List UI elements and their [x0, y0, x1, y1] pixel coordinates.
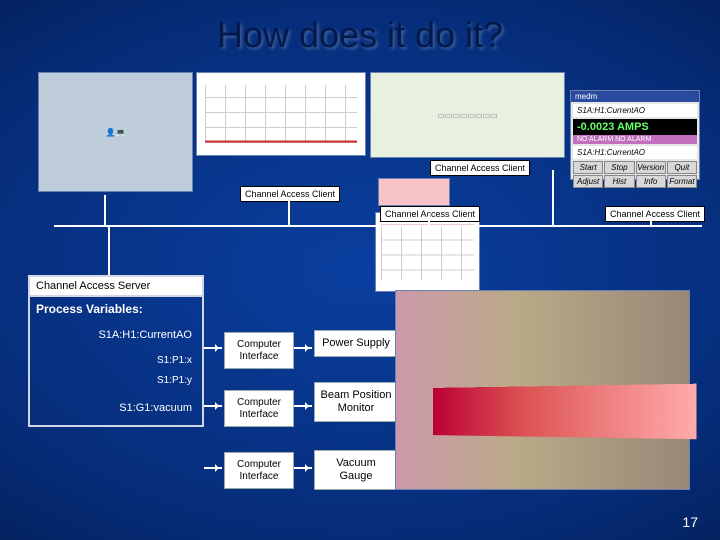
slide-title: How does it do it? — [0, 14, 720, 56]
arrow-icon — [204, 467, 222, 469]
medm-button[interactable]: Version — [636, 161, 666, 174]
bus-stub — [650, 216, 652, 225]
medm-button[interactable]: Quit — [667, 161, 697, 174]
bus-stub — [428, 216, 430, 225]
slide: How does it do it? 👤💻 ▭▭▭▭▭▭▭▭ medm S1A:… — [0, 0, 720, 540]
bus-stub — [552, 170, 554, 225]
pv-item: S1:P1:x — [30, 352, 202, 370]
client-label: Channel Access Client — [380, 206, 480, 222]
mini-panel-image — [378, 178, 450, 206]
medm-pv-name: S1A:H1:CurrentAO — [573, 104, 697, 117]
medm-button[interactable]: Hist — [604, 175, 634, 188]
medm-value-readout: -0.0023 AMPS — [573, 119, 697, 135]
medm-pv-name-2: S1A:H1:CurrentAO — [573, 146, 697, 159]
arrow-icon — [204, 347, 222, 349]
pv-item: S1:G1:vacuum — [30, 392, 202, 425]
arrow-icon — [294, 405, 312, 407]
network-bus-line — [54, 225, 702, 227]
client-label: Channel Access Client — [605, 206, 705, 222]
device-box-vacuum-gauge: Vacuum Gauge — [314, 450, 398, 490]
arrow-icon — [294, 347, 312, 349]
computer-interface-box: Computer Interface — [224, 452, 294, 489]
client-label: Channel Access Client — [240, 186, 340, 202]
medm-button-grid: Start Stop Version Quit Adjust Hist Info… — [573, 161, 697, 188]
process-variables-header: Process Variables: — [30, 297, 202, 319]
arrow-icon — [294, 467, 312, 469]
medm-button[interactable]: Format — [667, 175, 697, 188]
client-label: Channel Access Client — [430, 160, 530, 176]
device-box-bpm: Beam Position Monitor — [314, 382, 398, 422]
pv-item: S1:P1:y — [30, 370, 202, 392]
computer-interface-box: Computer Interface — [224, 332, 294, 369]
bus-stub — [288, 198, 290, 225]
server-title: Channel Access Server — [30, 277, 202, 297]
bus-stub — [108, 225, 110, 275]
operator-photo: 👤💻 — [38, 72, 193, 192]
synoptic-panel-image: ▭▭▭▭▭▭▭▭ — [370, 72, 565, 158]
page-number: 17 — [682, 514, 698, 530]
beamline-photo — [395, 290, 690, 490]
medm-adjust-panel: medm S1A:H1:CurrentAO -0.0023 AMPS NO AL… — [570, 90, 700, 180]
device-box-power-supply: Power Supply — [314, 330, 398, 357]
computer-interface-box: Computer Interface — [224, 390, 294, 427]
medm-title-bar: medm — [571, 91, 699, 102]
pv-item: S1A:H1:CurrentAO — [30, 319, 202, 352]
bus-stub — [104, 195, 106, 225]
medm-alarm-status: NO ALARM NO ALARM — [573, 135, 697, 144]
medm-button[interactable]: Adjust — [573, 175, 603, 188]
medm-button[interactable]: Info — [636, 175, 666, 188]
medm-button[interactable]: Stop — [604, 161, 634, 174]
strip-chart-image — [196, 72, 366, 156]
arrow-icon — [204, 405, 222, 407]
channel-access-server-box: Channel Access Server Process Variables:… — [28, 275, 204, 427]
medm-button[interactable]: Start — [573, 161, 603, 174]
